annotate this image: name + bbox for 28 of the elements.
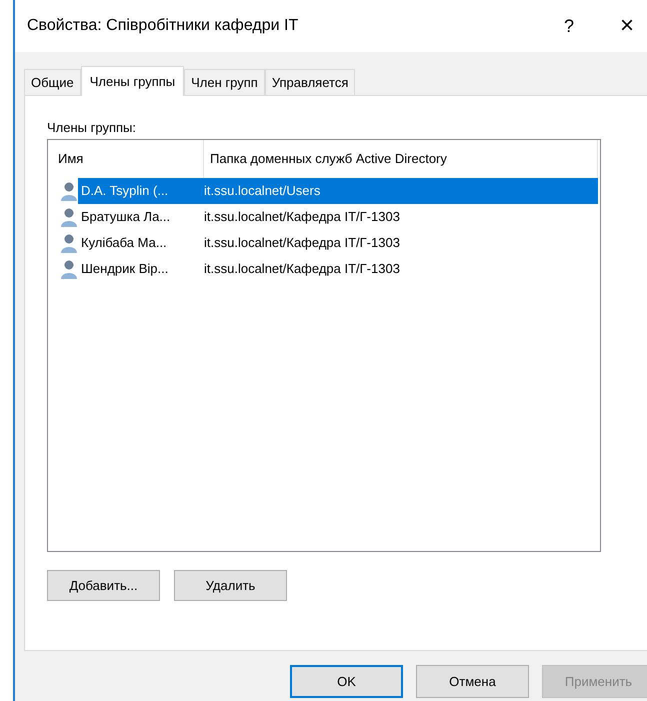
name-cell-text: Братушка Ла... — [80, 208, 172, 226]
members-label: Члены группы: — [47, 119, 137, 137]
list-action-button[interactable]: Удалить — [174, 570, 287, 601]
list-row[interactable]: D.A. Tsyplin (... it.ssu.localnet/Users — [78, 178, 598, 204]
list-row[interactable]: Кулібаба Ма... it.ssu.localnet/Кафедра IT/Г-1303 — [78, 230, 598, 256]
user-icon — [60, 233, 78, 253]
name-cell-text: Шендрик Вір... — [80, 260, 170, 278]
close-button[interactable]: × — [607, 8, 647, 44]
dialog-button[interactable]: Отмена — [416, 665, 529, 698]
user-icon — [60, 259, 78, 279]
list-action-button[interactable]: Добавить... — [47, 570, 160, 601]
tab[interactable]: Члены группы — [80, 66, 184, 96]
name-cell-text: Кулібаба Ма... — [80, 234, 168, 252]
folder-cell-text: it.ssu.localnet/Users — [204, 182, 320, 200]
name-cell-text: D.A. Tsyplin (... — [80, 182, 170, 200]
list-row[interactable]: Шендрик Вір... it.ssu.localnet/Кафедра IT/Г-1303 — [78, 256, 598, 282]
user-icon — [60, 207, 78, 227]
folder-cell-text: it.ssu.localnet/Кафедра IT/Г-1303 — [204, 260, 400, 278]
folder-cell-text: it.ssu.localnet/Кафедра IT/Г-1303 — [204, 234, 400, 252]
list-row[interactable]: Братушка Ла... it.ssu.localnet/Кафедра IT/Г-1303 — [78, 204, 598, 230]
help-button[interactable]: ? — [549, 12, 589, 40]
tab[interactable]: Общие — [24, 69, 81, 95]
folder-cell-text: it.ssu.localnet/Кафедра IT/Г-1303 — [204, 208, 400, 226]
tab[interactable]: Член групп — [184, 69, 265, 95]
user-icon — [60, 181, 78, 201]
tab[interactable]: Управляется — [264, 69, 356, 95]
window-title: Свойства: Співробітники кафедри IT — [27, 16, 300, 36]
dialog-button[interactable]: OK — [290, 665, 403, 698]
